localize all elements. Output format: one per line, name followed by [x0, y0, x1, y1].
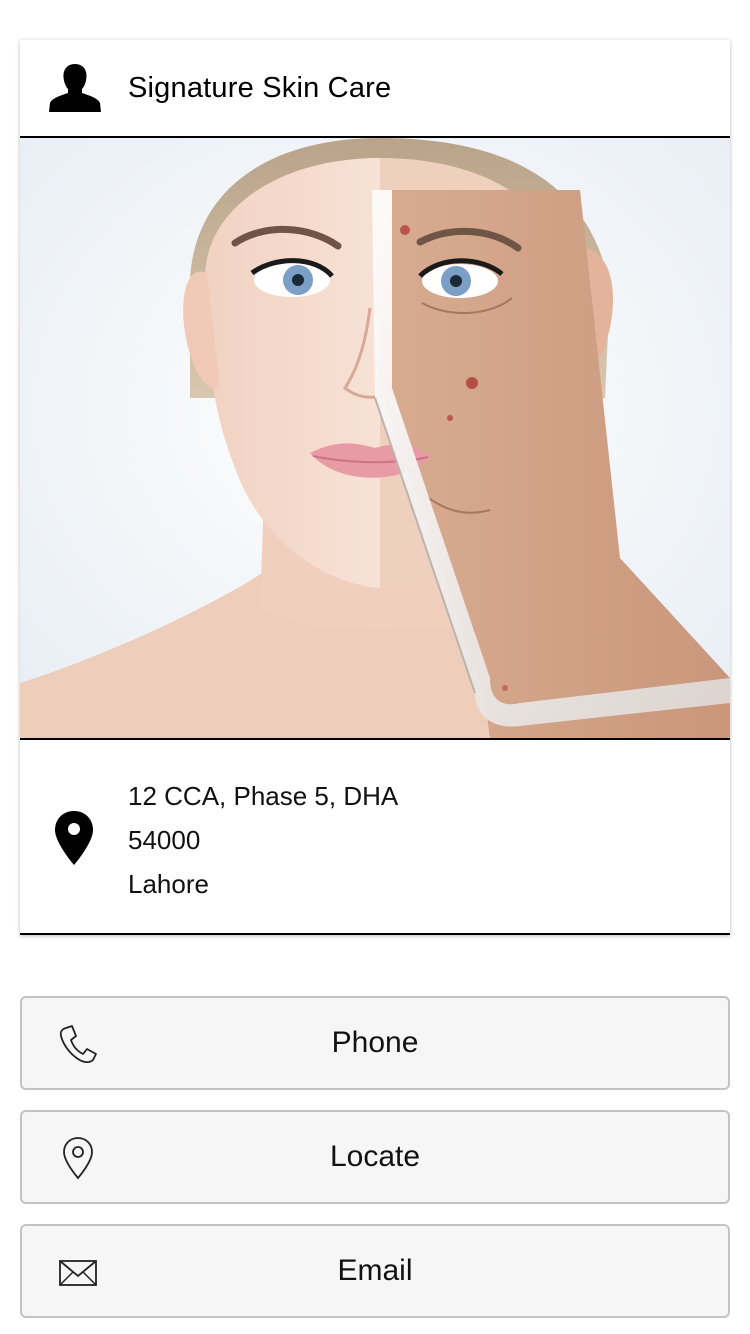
- person-silhouette-icon: [49, 64, 101, 112]
- email-button-label: Email: [337, 1254, 413, 1287]
- address-city: Lahore: [128, 869, 209, 899]
- phone-button-label: Phone: [331, 1026, 419, 1059]
- card-header: Signature Skin Care: [20, 40, 730, 138]
- address-street: 12 CCA, Phase 5, DHA: [128, 781, 399, 811]
- address-lines: 12 CCA, Phase 5, DHA 54000 Lahore: [128, 774, 398, 906]
- business-card: Signature Skin Care 12 CCA, Phase 5, DHA…: [20, 40, 730, 935]
- address-postal-code: 54000: [128, 825, 201, 855]
- locate-button[interactable]: Locate: [20, 1110, 730, 1204]
- address-section: 12 CCA, Phase 5, DHA 54000 Lahore: [20, 740, 730, 935]
- profile-photo: [20, 138, 730, 740]
- business-name: Signature Skin Care: [128, 72, 392, 104]
- email-button[interactable]: Email: [20, 1224, 730, 1318]
- map-pin-icon: [55, 811, 93, 865]
- locate-button-label: Locate: [329, 1140, 421, 1173]
- phone-button[interactable]: Phone: [20, 996, 730, 1090]
